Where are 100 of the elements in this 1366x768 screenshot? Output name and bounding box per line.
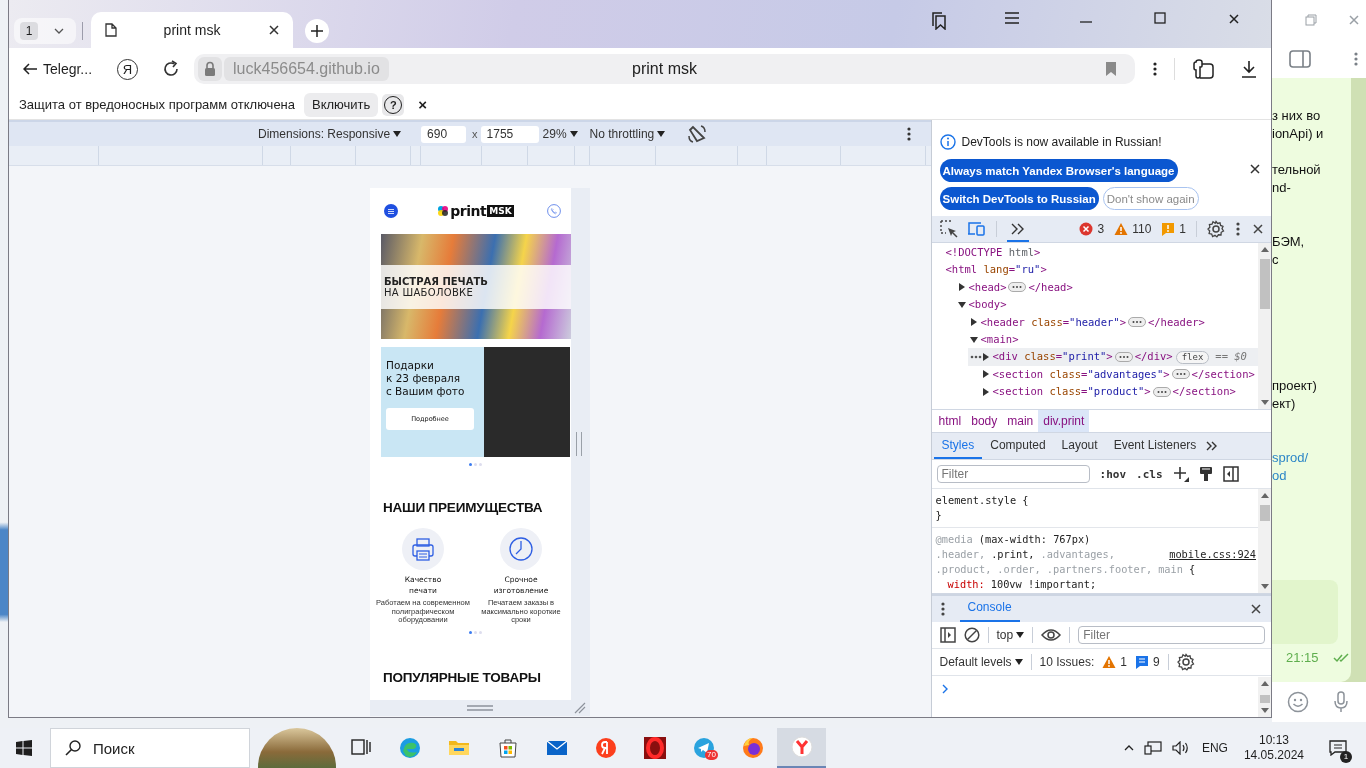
collapsed-arrow-icon[interactable] <box>981 353 990 362</box>
zoom-dropdown[interactable]: 29% <box>542 127 578 141</box>
collapsed-arrow-icon[interactable] <box>969 318 978 327</box>
element-tag[interactable]: <section class="product"> <box>992 383 1151 401</box>
clear-console-icon[interactable] <box>963 627 980 643</box>
reload-icon[interactable] <box>162 60 181 78</box>
rotate-icon[interactable] <box>687 124 708 144</box>
collapsed-arrow-icon[interactable] <box>957 283 966 292</box>
element-tag[interactable]: <html lang="ru"> <box>945 261 1047 279</box>
download-icon[interactable] <box>1241 60 1258 78</box>
levels-dropdown[interactable]: Default levels <box>939 655 1023 669</box>
collapsed-content-icon[interactable] <box>1008 282 1027 293</box>
breadcrumb[interactable]: html <box>933 410 967 432</box>
collapsed-arrow-icon[interactable] <box>981 370 990 379</box>
row-menu-icon[interactable] <box>969 355 982 360</box>
collapsed-content-icon[interactable] <box>1152 386 1171 397</box>
collapsed-content-icon[interactable] <box>1114 352 1133 363</box>
chevron-up-icon[interactable] <box>1123 745 1134 751</box>
collapsed-arrow-icon[interactable] <box>981 387 990 396</box>
drawer-tab[interactable]: Console <box>959 596 1020 622</box>
eye-icon[interactable] <box>1041 628 1062 642</box>
issue-count[interactable]: 1 <box>1161 222 1186 236</box>
notifications-button[interactable]: 1 <box>1318 728 1358 768</box>
more-icon[interactable] <box>939 601 946 617</box>
emoji-icon[interactable] <box>1287 691 1309 713</box>
class-button[interactable]: .cls <box>1136 467 1163 481</box>
collapsed-content-icon[interactable] <box>1171 369 1190 380</box>
back-button[interactable]: Telegr... <box>17 54 99 84</box>
element-tag[interactable]: <header class="header"> <box>980 313 1126 331</box>
inspect-icon[interactable] <box>939 220 958 238</box>
slider-dot[interactable] <box>469 630 472 634</box>
styles-filter-field[interactable]: Filter <box>936 465 1090 483</box>
height-field[interactable]: 1755 <box>480 125 539 143</box>
ring-app-icon[interactable] <box>643 737 666 759</box>
scroll-up-icon[interactable] <box>1260 493 1269 498</box>
width-field[interactable]: 690 <box>421 125 467 143</box>
console-sidebar-icon[interactable] <box>939 627 956 643</box>
context-dropdown[interactable]: top <box>996 628 1025 642</box>
scrollbar-thumb[interactable] <box>1259 695 1270 703</box>
shopping-bag-icon[interactable] <box>496 737 519 759</box>
browser-tab[interactable]: print msk <box>91 12 293 48</box>
clock[interactable]: 10:13 14.05.2024 <box>1243 733 1304 763</box>
help-button[interactable]: ? <box>382 93 405 116</box>
close-icon[interactable] <box>1249 602 1263 616</box>
new-rule-icon[interactable] <box>1172 466 1189 482</box>
warning-count[interactable]: 110 <box>1114 222 1152 236</box>
paper-plane-icon[interactable] <box>692 737 715 759</box>
scroll-down-icon[interactable] <box>1260 400 1269 405</box>
fox-globe-icon[interactable] <box>741 737 764 759</box>
scrollbar-thumb[interactable] <box>1259 505 1270 521</box>
close-icon[interactable] <box>1248 162 1262 176</box>
close-icon[interactable] <box>1251 222 1265 236</box>
close-tab-icon[interactable] <box>267 23 281 37</box>
slider-dot[interactable] <box>469 463 472 466</box>
more-tabs-icon[interactable] <box>1206 441 1219 451</box>
dimensions-dropdown[interactable]: Dimensions: Responsive <box>258 127 402 141</box>
resize-handle[interactable] <box>571 188 590 700</box>
element-tag[interactable]: <head> <box>968 278 1007 297</box>
console-filter-field[interactable]: Filter <box>1078 626 1265 644</box>
address-bar[interactable]: luck456654.github.io print msk <box>194 54 1136 84</box>
source-link[interactable]: mobile.css:924 <box>1169 547 1258 562</box>
corner-resize-icon[interactable] <box>574 702 586 714</box>
element-tag[interactable]: <body> <box>968 296 1007 314</box>
paint-icon[interactable] <box>1198 466 1213 482</box>
element-tag[interactable]: <main> <box>980 330 1019 349</box>
panel-tab[interactable]: Computed <box>982 433 1054 459</box>
panel-tab[interactable]: Layout <box>1053 433 1106 459</box>
new-tab-icon[interactable] <box>305 19 329 43</box>
browser-swirl-icon[interactable] <box>398 737 421 759</box>
throttling-dropdown[interactable]: No throttling <box>589 127 666 141</box>
enable-button[interactable]: Включить <box>304 92 379 117</box>
notice-button[interactable]: Always match Yandex Browser's language <box>939 159 1178 182</box>
breadcrumb[interactable]: main <box>1002 410 1039 432</box>
language-indicator[interactable]: ENG <box>1201 741 1228 755</box>
element-tag[interactable]: <!DOCTYPE html> <box>945 244 1041 262</box>
microphone-icon[interactable] <box>1333 691 1349 713</box>
message-link[interactable]: sprod/ od <box>1272 449 1351 485</box>
collapsed-content-icon[interactable] <box>1127 317 1146 328</box>
slider-dot[interactable] <box>474 630 477 634</box>
device-toggle-icon[interactable] <box>967 221 986 237</box>
panel-tab[interactable]: Event Listeners <box>1105 433 1205 459</box>
hover-state-button[interactable]: :hov <box>1099 467 1127 481</box>
settings-icon[interactable] <box>1207 220 1225 238</box>
info-count[interactable]: 9 <box>1134 655 1160 669</box>
scroll-down-icon[interactable] <box>1260 584 1269 589</box>
tab-counter[interactable]: 1 <box>14 18 76 44</box>
extensions-icon[interactable] <box>1193 59 1216 79</box>
settings-icon[interactable] <box>1176 653 1195 671</box>
flex-badge[interactable]: flex <box>1175 350 1210 364</box>
browser-app-icon[interactable] <box>790 736 813 758</box>
slider-dot[interactable] <box>479 630 482 634</box>
scroll-up-icon[interactable] <box>1260 247 1269 252</box>
breadcrumb[interactable]: div.print <box>1038 410 1090 432</box>
more-icon[interactable] <box>1152 61 1159 77</box>
error-count[interactable]: 3 <box>1079 222 1105 236</box>
network-icon[interactable] <box>1143 741 1162 755</box>
scroll-up-icon[interactable] <box>1260 681 1269 686</box>
close-button[interactable]: × <box>418 96 428 113</box>
lock-icon[interactable] <box>198 57 223 81</box>
bookmark-icon[interactable] <box>1105 61 1118 77</box>
